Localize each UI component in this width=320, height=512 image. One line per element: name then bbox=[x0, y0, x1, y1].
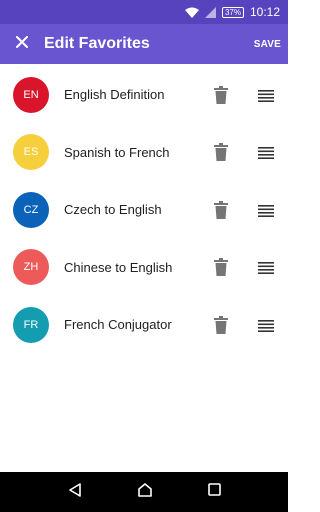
trash-icon[interactable] bbox=[213, 315, 229, 334]
item-label: Czech to English bbox=[64, 202, 162, 218]
item-label: Spanish to French bbox=[64, 144, 170, 160]
back-icon[interactable] bbox=[68, 482, 82, 502]
signal-icon bbox=[204, 6, 216, 18]
battery-indicator: 37% bbox=[221, 6, 244, 18]
home-icon[interactable] bbox=[137, 482, 153, 502]
avatar: EN bbox=[13, 76, 49, 113]
status-bar: 37% 10:12 bbox=[0, 0, 288, 24]
app-bar: Edit Favorites SAVE bbox=[0, 24, 288, 64]
trash-icon[interactable] bbox=[213, 258, 229, 277]
trash-icon[interactable] bbox=[213, 85, 229, 104]
avatar: CZ bbox=[13, 191, 49, 228]
favorites-list: EN English Definition ES Spanish to Fren… bbox=[0, 66, 288, 354]
list-item[interactable]: CZ Czech to English bbox=[0, 181, 288, 239]
avatar: ES bbox=[13, 134, 49, 171]
avatar: ZH bbox=[13, 249, 49, 286]
drag-handle-icon[interactable] bbox=[258, 319, 274, 332]
drag-handle-icon[interactable] bbox=[258, 89, 274, 102]
trash-icon[interactable] bbox=[213, 200, 229, 219]
trash-icon[interactable] bbox=[213, 143, 229, 162]
avatar: FR bbox=[13, 306, 49, 343]
page-title: Edit Favorites bbox=[44, 35, 150, 52]
item-label: French Conjugator bbox=[64, 317, 172, 333]
list-item[interactable]: FR French Conjugator bbox=[0, 296, 288, 354]
save-button[interactable]: SAVE bbox=[247, 24, 288, 64]
recents-icon[interactable] bbox=[207, 483, 221, 501]
close-icon bbox=[16, 35, 28, 53]
close-button[interactable] bbox=[0, 24, 44, 64]
drag-handle-icon[interactable] bbox=[258, 261, 274, 275]
wifi-icon bbox=[184, 7, 199, 18]
clock: 10:12 bbox=[249, 5, 280, 19]
item-label: Chinese to English bbox=[64, 259, 173, 275]
list-item[interactable]: EN English Definition bbox=[0, 66, 288, 124]
item-label: English Definition bbox=[64, 87, 165, 103]
list-item[interactable]: ZH Chinese to English bbox=[0, 239, 288, 297]
navigation-bar bbox=[0, 472, 288, 512]
drag-handle-icon[interactable] bbox=[258, 146, 274, 160]
drag-handle-icon[interactable] bbox=[258, 204, 274, 217]
list-item[interactable]: ES Spanish to French bbox=[0, 124, 288, 182]
